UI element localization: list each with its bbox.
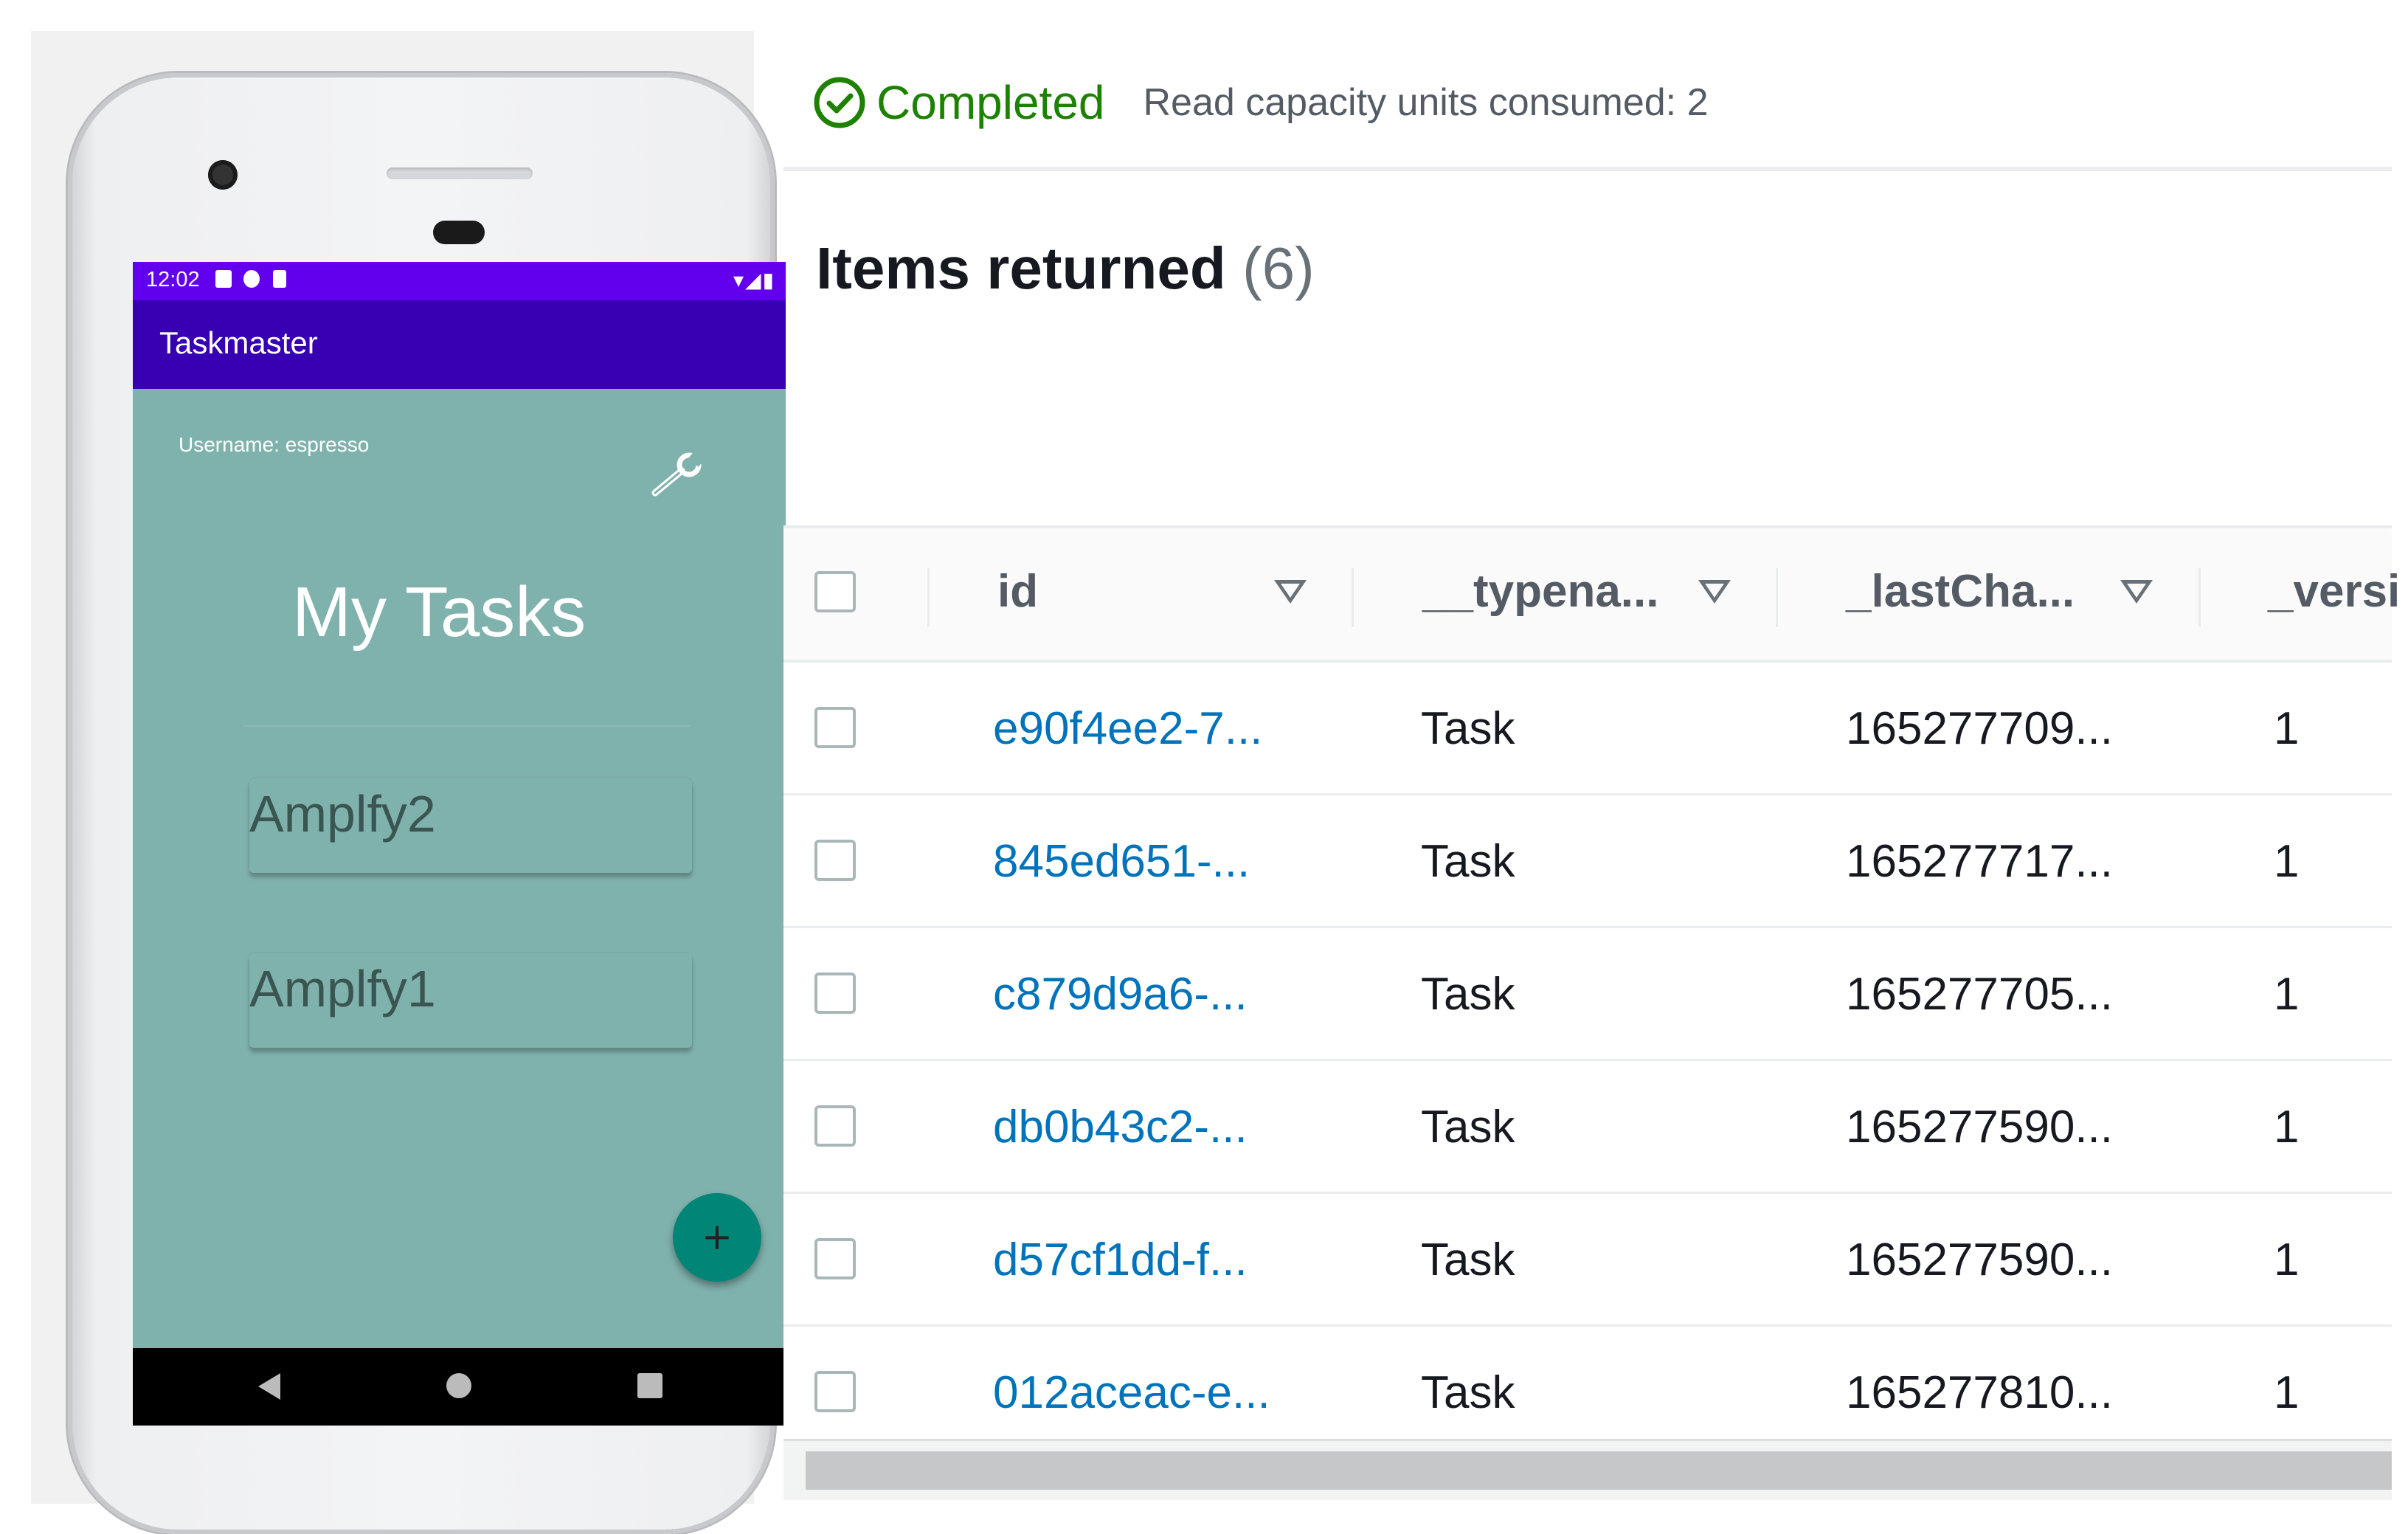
app-title: Taskmaster (159, 325, 318, 360)
task-title: Amplfy2 (249, 785, 436, 843)
items-returned-label: Items returned (816, 235, 1226, 301)
earpiece-speaker (387, 167, 533, 179)
item-id-link[interactable]: e90f4ee2-7... (993, 702, 1262, 755)
wrench-settings-icon[interactable] (649, 450, 708, 502)
horizontal-scrollbar[interactable] (783, 1439, 2392, 1500)
table-row: c879d9a6-... Task 165277705... 1 (783, 928, 2392, 1061)
item-lastchanged: 165277810... (1846, 1367, 2114, 1418)
row-checkbox[interactable] (814, 1238, 856, 1279)
item-id-link[interactable]: 845ed651-... (993, 835, 1250, 888)
dynamodb-results-panel: Completed Read capacity units consumed: … (783, 0, 2408, 1531)
table-header: id __typena... _lastCha... _versi (783, 525, 2400, 663)
item-id-link[interactable]: db0b43c2-... (993, 1101, 1248, 1153)
column-header-version[interactable]: _versi (2268, 565, 2400, 618)
table-row: d57cf1dd-f... Task 165277590... 1 (783, 1194, 2392, 1327)
item-id-link[interactable]: c879d9a6-... (993, 968, 1248, 1020)
home-icon[interactable] (446, 1373, 471, 1398)
proximity-sensor (433, 221, 485, 244)
signal-battery-icon: ▾◢▮ (733, 268, 775, 292)
row-checkbox[interactable] (814, 972, 856, 1014)
notification-a-icon (215, 270, 232, 288)
table-row: 845ed651-... Task 165277717... 1 (783, 795, 2392, 928)
item-version: 1 (2274, 1367, 2300, 1418)
item-typename: Task (1421, 1102, 1515, 1153)
success-check-icon (814, 77, 865, 128)
sort-down-icon[interactable] (1698, 580, 1731, 604)
add-task-button[interactable]: + (673, 1193, 761, 1282)
phone-body: 12:02 ▾◢▮ Taskmaster Username: espresso … (68, 73, 786, 1534)
row-checkbox[interactable] (814, 1105, 856, 1147)
items-returned-heading: Items returned (6) (816, 235, 1315, 303)
scrollbar-thumb[interactable] (806, 1451, 2392, 1490)
status-completed: Completed (876, 76, 1105, 129)
item-typename: Task (1421, 1367, 1515, 1418)
row-checkbox[interactable] (814, 707, 856, 748)
phone-screen: 12:02 ▾◢▮ Taskmaster Username: espresso … (133, 262, 786, 1426)
item-typename: Task (1421, 703, 1515, 754)
item-id-link[interactable]: d57cf1dd-f... (993, 1234, 1248, 1286)
item-version: 1 (2274, 969, 2300, 1020)
items-table: id __typena... _lastCha... _versi e90f4e… (783, 525, 2400, 1459)
item-version: 1 (2274, 1234, 2300, 1285)
column-separator (2198, 568, 2201, 627)
item-typename: Task (1421, 836, 1515, 887)
query-status: Completed Read capacity units consumed: … (813, 69, 1708, 136)
recents-icon[interactable] (637, 1373, 662, 1398)
heading-divider (243, 725, 690, 727)
item-lastchanged: 165277705... (1846, 969, 2114, 1020)
item-version: 1 (2274, 1102, 2300, 1153)
phone-frame: 12:02 ▾◢▮ Taskmaster Username: espresso … (31, 31, 786, 1534)
item-lastchanged: 165277709... (1846, 703, 2114, 754)
row-checkbox[interactable] (814, 840, 856, 881)
item-lastchanged: 165277590... (1846, 1234, 2114, 1285)
select-all-checkbox[interactable] (814, 571, 856, 612)
item-version: 1 (2274, 836, 2300, 887)
back-icon[interactable] (258, 1373, 280, 1400)
item-id-link[interactable]: 012aceac-e... (993, 1367, 1270, 1419)
section-divider (783, 167, 2392, 171)
column-separator (927, 568, 930, 627)
column-separator (1776, 568, 1778, 627)
android-status-bar: 12:02 ▾◢▮ (133, 262, 786, 300)
item-lastchanged: 165277590... (1846, 1102, 2114, 1153)
item-typename: Task (1421, 969, 1515, 1020)
status-time: 12:02 (146, 268, 200, 291)
username-label: Username: espresso (179, 433, 370, 456)
item-lastchanged: 165277717... (1846, 836, 2114, 887)
column-header-lastchanged[interactable]: _lastCha... (1846, 565, 2075, 618)
table-row: e90f4ee2-7... Task 165277709... 1 (783, 663, 2392, 795)
task-card[interactable]: Amplfy2 (249, 778, 692, 873)
capacity-consumed: Read capacity units consumed: 2 (1143, 81, 1709, 124)
app-bar: Taskmaster (133, 300, 786, 389)
task-title: Amplfy1 (249, 960, 436, 1018)
row-checkbox[interactable] (814, 1371, 856, 1412)
table-row: db0b43c2-... Task 165277590... 1 (783, 1061, 2392, 1194)
items-count: (6) (1242, 235, 1315, 301)
android-nav-bar (133, 1348, 786, 1426)
task-card[interactable]: Amplfy1 (249, 953, 692, 1048)
column-header-id[interactable]: id (997, 565, 1038, 618)
item-version: 1 (2274, 703, 2300, 754)
column-header-typename[interactable]: __typena... (1422, 565, 1658, 618)
column-separator (1352, 568, 1354, 627)
my-tasks-heading: My Tasks (292, 573, 587, 652)
front-camera-icon (208, 160, 238, 190)
sort-down-icon[interactable] (1274, 580, 1307, 604)
sort-down-icon[interactable] (2120, 580, 2153, 604)
notification-sd-icon (273, 270, 286, 288)
notification-play-icon (243, 270, 260, 288)
item-typename: Task (1421, 1234, 1515, 1285)
